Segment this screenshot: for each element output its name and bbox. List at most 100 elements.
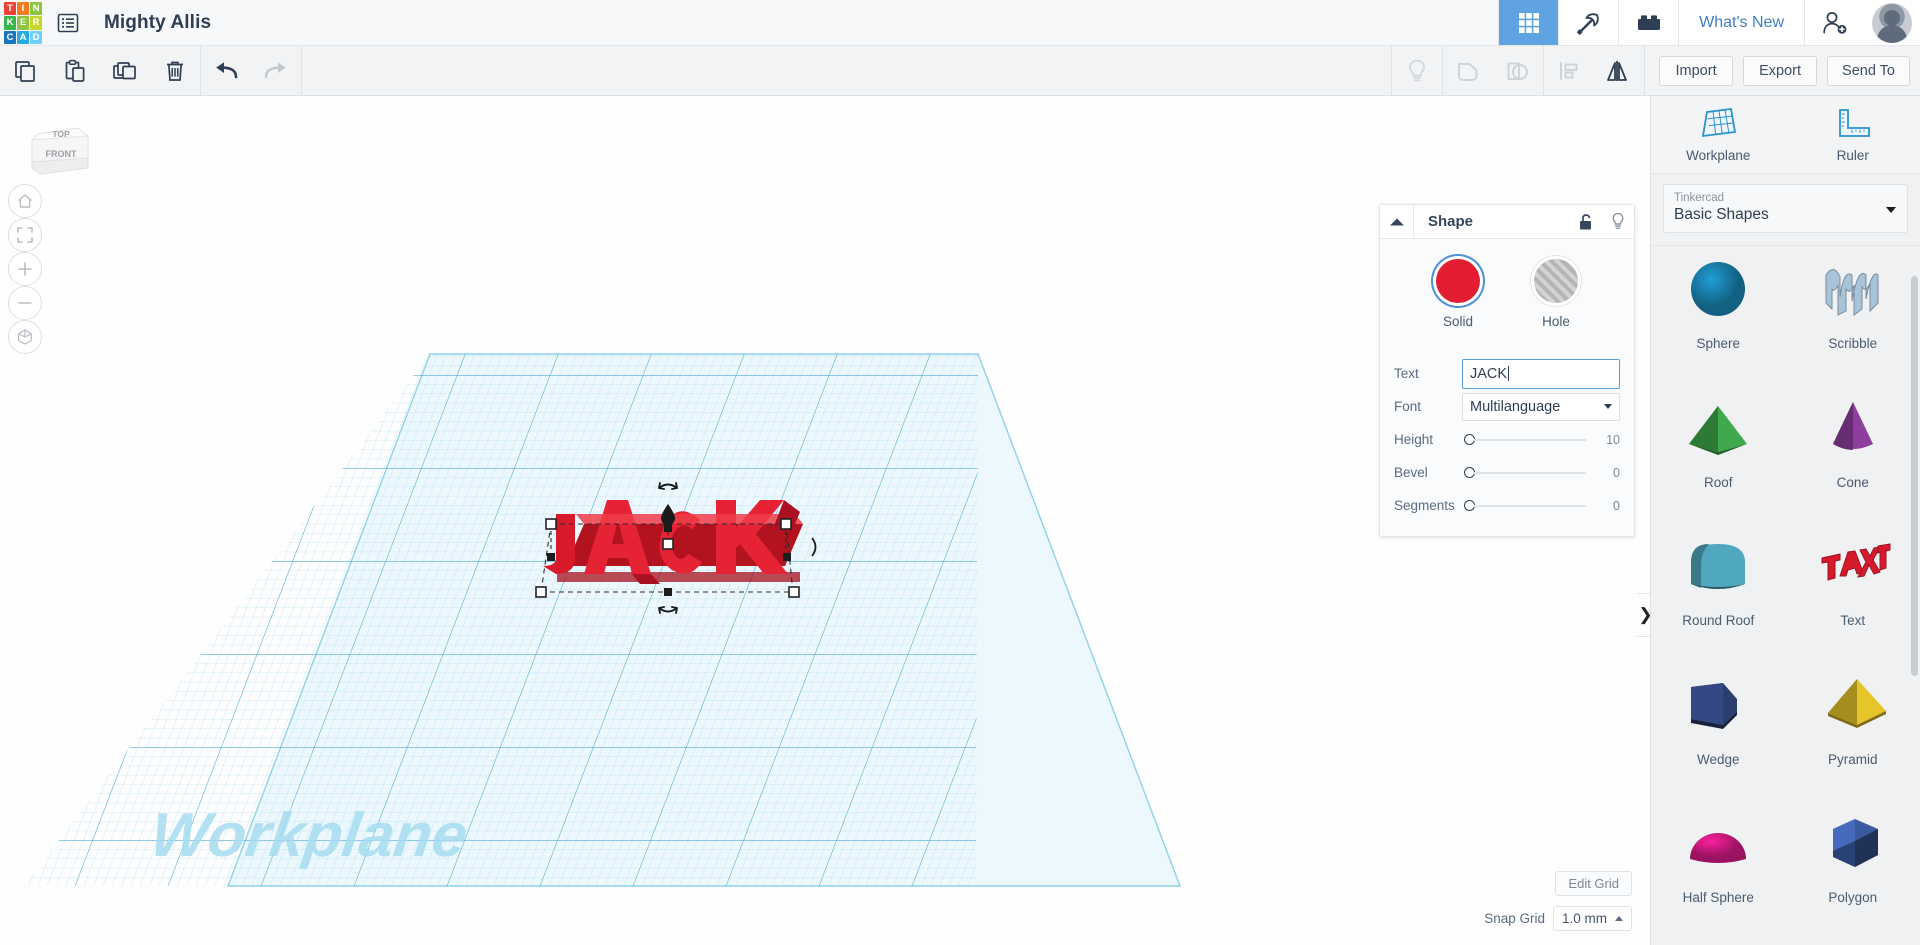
segments-slider[interactable]: [1462, 500, 1586, 511]
grid-icon[interactable]: [1498, 0, 1558, 45]
shape-property-rows: Text JACK Font Multilanguage: [1380, 339, 1634, 526]
edit-grid-button[interactable]: Edit Grid: [1555, 871, 1632, 896]
lightbulb-icon[interactable]: [1392, 46, 1442, 96]
group-icon[interactable]: [1443, 46, 1493, 96]
property-row-text: Text JACK: [1394, 357, 1620, 390]
tinkercad-app: TINKERCAD Mighty Allis: [0, 0, 1920, 945]
toolbar-divider-6: [1644, 46, 1645, 96]
workplane-tool[interactable]: Workplane: [1651, 96, 1786, 173]
shape-light-icon[interactable]: [1602, 212, 1634, 231]
bevel-value: 0: [1586, 466, 1620, 480]
shape-item-roof[interactable]: Roof: [1651, 385, 1786, 500]
shape-panel-body: Solid Hole Text JACK: [1380, 239, 1634, 536]
copy-icon[interactable]: [0, 46, 50, 96]
home-view-button[interactable]: [8, 184, 42, 218]
text-input[interactable]: JACK: [1462, 359, 1620, 389]
font-select[interactable]: Multilanguage: [1462, 393, 1620, 421]
sidebar-scrollbar[interactable]: [1911, 276, 1918, 676]
design-viewport[interactable]: Workplane: [0, 96, 1650, 945]
chevron-down-icon: [1604, 404, 1612, 409]
duplicate-icon[interactable]: [100, 46, 150, 96]
align-icon[interactable]: [1544, 46, 1594, 96]
shape-thumbnail-polygon-icon: [1786, 800, 1920, 886]
bevel-slider[interactable]: [1462, 467, 1586, 478]
zoom-out-button[interactable]: [8, 286, 42, 320]
object-tool-group: Import Export Send To: [1391, 46, 1920, 96]
paste-icon[interactable]: [50, 46, 100, 96]
shape-label: Text: [1840, 613, 1865, 628]
bevel-slider-track[interactable]: [1474, 472, 1586, 474]
property-row-height: Height 10: [1394, 423, 1620, 456]
height-slider[interactable]: [1462, 434, 1586, 445]
solid-color-swatch[interactable]: [1436, 259, 1480, 303]
height-slider-track[interactable]: [1474, 439, 1586, 441]
shape-item-polygon[interactable]: Polygon: [1786, 800, 1920, 915]
logo-tile-e: E: [17, 16, 29, 29]
whats-new-link[interactable]: What's New: [1678, 0, 1804, 45]
import-button[interactable]: Import: [1659, 56, 1733, 86]
height-value: 10: [1586, 433, 1620, 447]
trash-icon[interactable]: [150, 46, 200, 96]
logo-tile-i: I: [17, 2, 29, 15]
unlock-icon[interactable]: [1570, 213, 1602, 231]
tinkercad-logo[interactable]: TINKERCAD: [0, 0, 46, 46]
text-label: Text: [1394, 366, 1462, 381]
segments-label: Segments: [1394, 498, 1462, 513]
lego-brick-icon[interactable]: [1618, 0, 1678, 45]
send-to-button[interactable]: Send To: [1827, 56, 1910, 86]
shape-thumbnail-scribble-icon: [1786, 246, 1920, 332]
project-menu-button[interactable]: [46, 0, 90, 45]
topbar-spacer: [211, 0, 1498, 45]
property-row-segments: Segments 0: [1394, 489, 1620, 522]
pickaxe-icon[interactable]: [1558, 0, 1618, 45]
logo-tile-r: R: [30, 16, 42, 29]
solid-option[interactable]: Solid: [1436, 259, 1480, 329]
panel-collapse-toggle[interactable]: ❯: [1637, 593, 1650, 637]
add-user-icon[interactable]: [1804, 0, 1864, 45]
snap-grid-select[interactable]: 1.0 mm: [1553, 906, 1632, 931]
chevron-up-icon[interactable]: [1380, 205, 1414, 239]
snap-grid-row: Snap Grid 1.0 mm: [1484, 906, 1632, 931]
segments-slider-track[interactable]: [1474, 505, 1586, 507]
shape-label: Cone: [1837, 475, 1869, 490]
topbar-icon-group: What's New: [1498, 0, 1920, 45]
fit-to-view-button[interactable]: [8, 218, 42, 252]
collection-owner: Tinkercad: [1674, 192, 1897, 204]
hole-option[interactable]: Hole: [1534, 259, 1578, 329]
shape-item-round-roof[interactable]: Round Roof: [1651, 523, 1786, 638]
text-input-value: JACK: [1470, 366, 1507, 382]
shape-item-cone[interactable]: Cone: [1786, 385, 1920, 500]
shape-collection-select[interactable]: Tinkercad Basic Shapes: [1663, 184, 1908, 233]
shape-label: Half Sphere: [1683, 890, 1754, 905]
mirror-icon[interactable]: [1594, 46, 1644, 96]
text-caret: [1508, 366, 1509, 381]
zoom-in-button[interactable]: [8, 252, 42, 286]
shape-item-scribble[interactable]: Scribble: [1786, 246, 1920, 361]
bevel-label: Bevel: [1394, 465, 1462, 480]
export-button[interactable]: Export: [1743, 56, 1817, 86]
undo-icon[interactable]: [201, 46, 251, 96]
shape-item-wedge[interactable]: Wedge: [1651, 662, 1786, 777]
snap-grid-value: 1.0 mm: [1562, 911, 1607, 926]
avatar[interactable]: [1872, 3, 1912, 43]
shape-item-pyramid[interactable]: Pyramid: [1786, 662, 1920, 777]
workplane-watermark: Workplane: [146, 801, 471, 870]
segments-value: 0: [1586, 499, 1620, 513]
ortho-perspective-button[interactable]: [8, 320, 42, 354]
solid-hole-selector: Solid Hole: [1380, 255, 1634, 339]
ungroup-icon[interactable]: [1493, 46, 1543, 96]
ruler-tool-label: Ruler: [1837, 148, 1869, 163]
shape-item-sphere[interactable]: Sphere: [1651, 246, 1786, 361]
chevron-up-small-icon: [1615, 916, 1623, 921]
avatar-wrap[interactable]: [1864, 0, 1920, 45]
redo-icon[interactable]: [251, 46, 301, 96]
font-select-value: Multilanguage: [1470, 399, 1560, 415]
shape-item-text[interactable]: Text: [1786, 523, 1920, 638]
workplane-ruler-row: Workplane Ruler: [1651, 96, 1920, 174]
shape-item-half-sphere[interactable]: Half Sphere: [1651, 800, 1786, 915]
view-cube[interactable]: TOP FRONT: [30, 122, 92, 188]
document-title[interactable]: Mighty Allis: [90, 0, 211, 45]
shape-thumbnail-cone-icon: [1786, 385, 1920, 471]
hole-swatch[interactable]: [1534, 259, 1578, 303]
ruler-tool[interactable]: Ruler: [1786, 96, 1920, 173]
